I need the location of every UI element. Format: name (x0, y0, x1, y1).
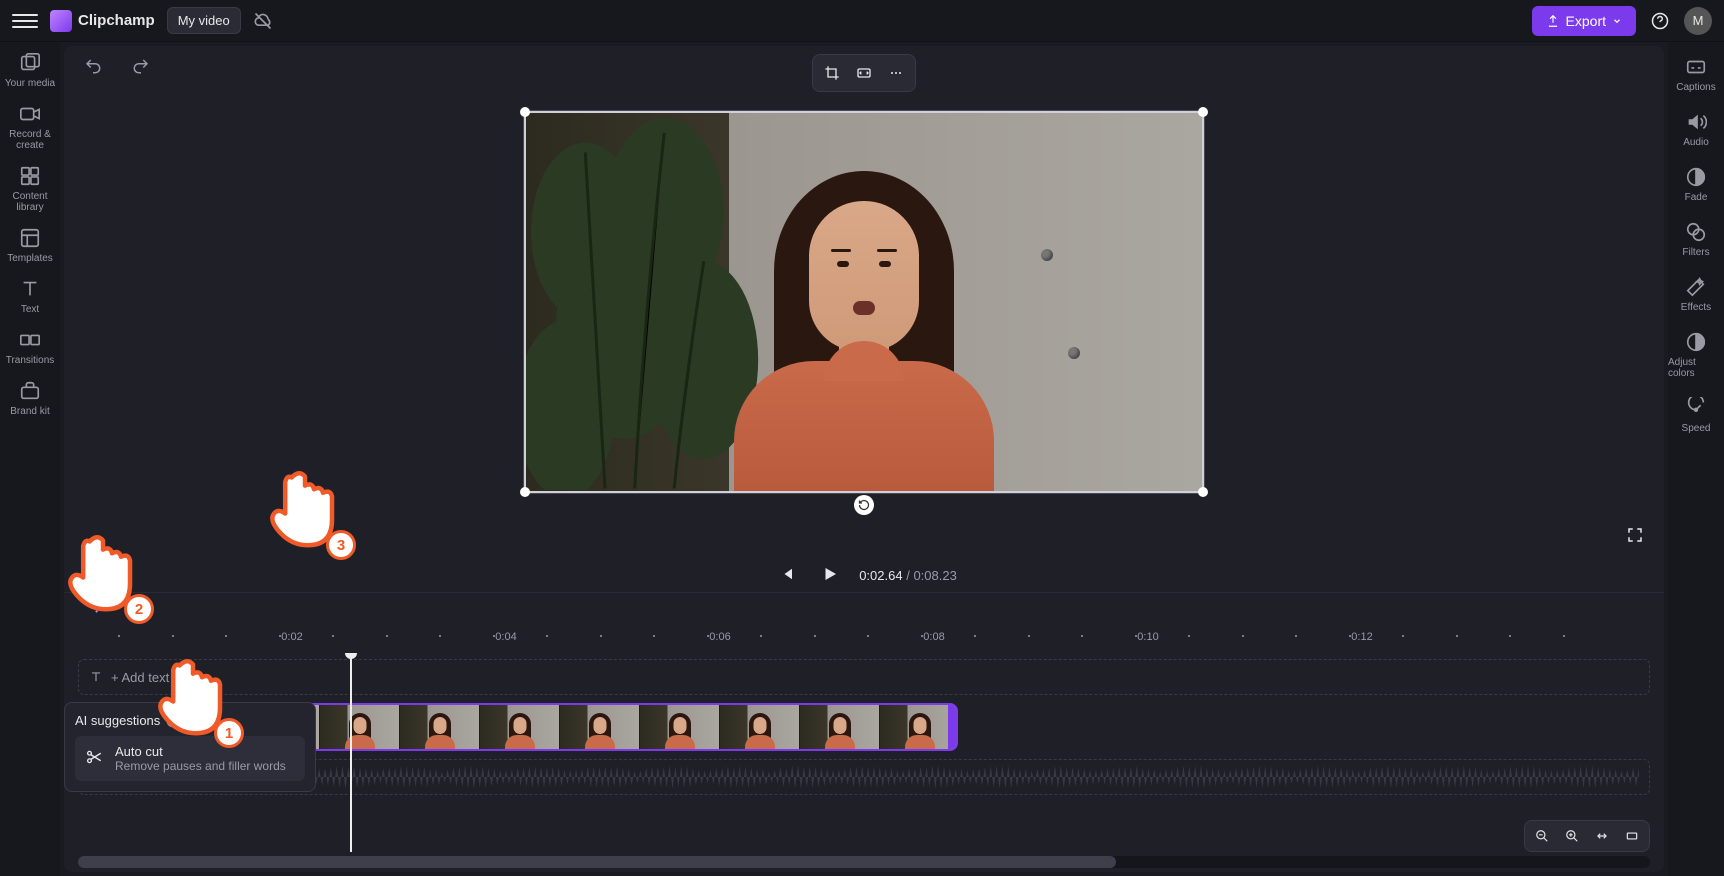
filters-icon (1685, 221, 1707, 243)
annotation-pointer-3: 3 (260, 464, 350, 554)
rotate-handle[interactable] (854, 495, 874, 515)
fullscreen-button[interactable] (1620, 525, 1650, 548)
fade-icon (1685, 166, 1707, 188)
media-icon (19, 52, 41, 74)
clip-handle-right[interactable] (948, 705, 956, 749)
playback-bar: 0:02.64 / 0:08.23 (64, 558, 1664, 592)
waveform (179, 766, 1639, 788)
avatar[interactable]: M (1684, 7, 1712, 35)
rail-speed[interactable]: Speed (1682, 397, 1711, 434)
audio-icon (1685, 111, 1707, 133)
ai-item-title: Auto cut (115, 744, 286, 759)
speed-icon (1685, 397, 1707, 419)
fit-button[interactable] (849, 59, 879, 87)
cloud-sync-off-icon[interactable] (253, 11, 273, 31)
playhead[interactable] (350, 653, 352, 852)
camera-icon (19, 103, 41, 125)
rail-audio[interactable]: Audio (1683, 111, 1709, 148)
rail-adjust-colors[interactable]: Adjust colors (1668, 331, 1724, 379)
crop-button[interactable] (817, 59, 847, 87)
rail-templates[interactable]: Templates (0, 227, 60, 264)
time-display: 0:02.64 / 0:08.23 (859, 568, 957, 583)
timeline-scrollbar[interactable] (78, 856, 1650, 868)
annotation-badge-3: 3 (326, 530, 356, 560)
transitions-icon (19, 329, 41, 351)
rail-effects[interactable]: Effects (1681, 276, 1711, 313)
brand[interactable]: Clipchamp (50, 10, 155, 32)
rail-brand-kit[interactable]: Brand kit (0, 380, 60, 417)
rail-fade[interactable]: Fade (1685, 166, 1708, 203)
ai-item-desc: Remove pauses and filler words (115, 759, 286, 773)
rail-record-create[interactable]: Record & create (0, 103, 60, 151)
more-button[interactable] (881, 59, 911, 87)
export-label: Export (1566, 13, 1606, 29)
resize-handle-tl[interactable] (520, 107, 530, 117)
rail-text[interactable]: Text (0, 278, 60, 315)
rail-transitions[interactable]: Transitions (0, 329, 60, 366)
text-icon (19, 278, 41, 300)
rail-captions[interactable]: Captions (1676, 56, 1715, 93)
annotation-badge-2: 2 (124, 594, 154, 624)
preview-toolbar (812, 54, 916, 92)
stage: AI suggestions Auto cut Remove pauses an… (64, 46, 1664, 872)
skip-back-button[interactable] (771, 564, 801, 587)
annotation-pointer-1: 1 (148, 652, 238, 742)
library-icon (19, 165, 41, 187)
captions-icon (1685, 56, 1707, 78)
timeline-scrollbar-thumb[interactable] (78, 856, 1116, 868)
text-track[interactable]: + Add text (78, 659, 1650, 695)
zoom-clip-button[interactable] (1618, 824, 1646, 848)
play-button[interactable] (815, 564, 845, 587)
upload-icon (1546, 14, 1560, 28)
rail-your-media[interactable]: Your media (0, 52, 60, 89)
video-preview (526, 113, 1202, 491)
time-duration: 0:08.23 (913, 568, 956, 583)
export-button[interactable]: Export (1532, 6, 1636, 36)
project-name[interactable]: My video (167, 7, 241, 34)
timeline-tools (64, 593, 1664, 625)
annotation-pointer-2: 2 (58, 528, 148, 618)
wand-icon (1685, 276, 1707, 298)
brand-label: Clipchamp (78, 12, 155, 29)
top-bar: Clipchamp My video Export M (0, 0, 1724, 42)
timeline-ruler[interactable]: 0:020:040:060:080:100:12 (64, 625, 1664, 653)
scissors-sparkle-icon (83, 746, 105, 768)
templates-icon (19, 227, 41, 249)
right-rail: Captions Audio Fade Filters Effects Adju… (1668, 42, 1724, 876)
resize-handle-bl[interactable] (520, 487, 530, 497)
zoom-fit-button[interactable] (1588, 824, 1616, 848)
help-icon[interactable] (1648, 9, 1672, 33)
time-current: 0:02.64 (859, 568, 902, 583)
rail-content-library[interactable]: Content library (0, 165, 60, 213)
annotation-badge-1: 1 (214, 718, 244, 748)
ai-auto-cut-item[interactable]: Auto cut Remove pauses and filler words (75, 736, 305, 781)
zoom-controls (1524, 820, 1650, 852)
rail-filters[interactable]: Filters (1682, 221, 1709, 258)
brand-icon (50, 10, 72, 32)
zoom-out-button[interactable] (1528, 824, 1556, 848)
briefcase-icon (19, 380, 41, 402)
contrast-icon (1685, 331, 1707, 353)
resize-handle-tr[interactable] (1198, 107, 1208, 117)
menu-icon[interactable] (12, 8, 38, 34)
video-frame[interactable] (524, 111, 1204, 493)
text-icon (89, 670, 103, 684)
resize-handle-br[interactable] (1198, 487, 1208, 497)
left-rail: Your media Record & create Content libra… (0, 42, 60, 876)
zoom-in-button[interactable] (1558, 824, 1586, 848)
chevron-down-icon (1612, 16, 1622, 26)
